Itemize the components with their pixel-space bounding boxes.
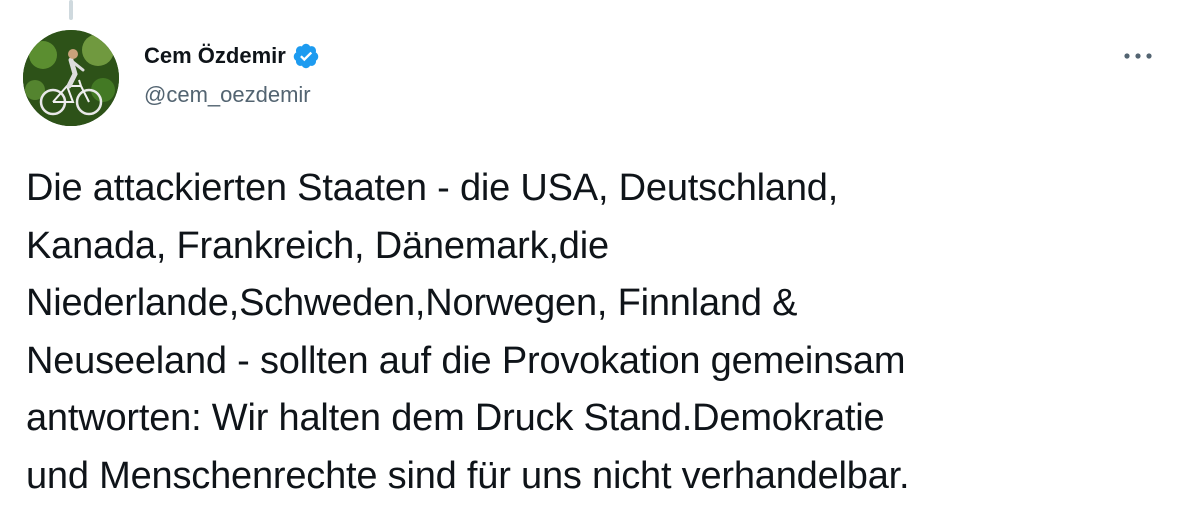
author-block: Cem Özdemir @cem_oezdemir [144, 38, 320, 108]
author-display-name[interactable]: Cem Özdemir [144, 43, 286, 69]
thread-connector-line [69, 0, 73, 20]
author-handle[interactable]: @cem_oezdemir [144, 82, 320, 108]
verified-badge-icon [292, 42, 320, 70]
avatar[interactable] [23, 30, 119, 126]
author-name-row: Cem Özdemir [144, 38, 320, 74]
avatar-image [23, 30, 119, 126]
more-horizontal-icon[interactable] [1120, 44, 1156, 68]
tweet-text: Die attackierten Staaten - die USA, Deut… [26, 167, 910, 497]
